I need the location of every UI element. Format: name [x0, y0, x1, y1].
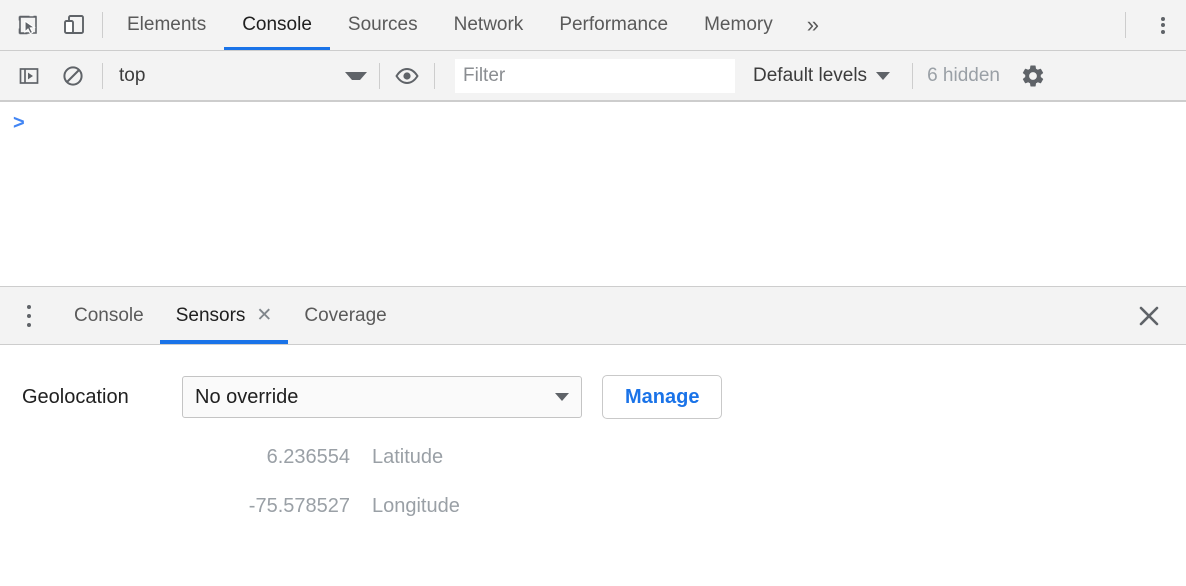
kebab-dot — [1161, 17, 1165, 21]
tab-label: Memory — [704, 14, 773, 36]
device-toolbar-icon[interactable] — [60, 11, 88, 39]
geolocation-select[interactable]: No override — [182, 376, 582, 418]
tab-label: Performance — [559, 14, 668, 36]
drawer-tab-label: Coverage — [304, 305, 386, 327]
devtools-window: Elements Console Sources Network Perform… — [0, 0, 1186, 586]
kebab-dot — [27, 323, 31, 327]
console-filter-toolbar: top Default levels 6 hidden — [0, 51, 1186, 102]
toolbar-separator — [912, 63, 913, 89]
close-drawer-icon[interactable] — [1120, 287, 1178, 344]
main-toolbar: Elements Console Sources Network Perform… — [0, 0, 1186, 51]
latitude-input[interactable]: 6.236554 — [182, 446, 372, 469]
main-tab-list: Elements Console Sources Network Perform… — [109, 0, 835, 50]
log-levels-label: Default levels — [753, 65, 867, 87]
drawer-tab-sensors[interactable]: Sensors ✕ — [160, 287, 289, 344]
close-icon[interactable]: ✕ — [256, 306, 272, 325]
console-output[interactable]: > — [0, 102, 1186, 286]
chevron-down-icon — [876, 72, 890, 80]
clear-console-icon[interactable] — [58, 61, 88, 91]
toolbar-separator — [434, 63, 435, 89]
geolocation-label: Geolocation — [22, 386, 182, 409]
tab-performance[interactable]: Performance — [541, 0, 686, 50]
latitude-row: 6.236554 Latitude — [22, 446, 1186, 469]
manage-button[interactable]: Manage — [602, 375, 722, 419]
kebab-menu-icon[interactable] — [1140, 0, 1186, 50]
tab-elements[interactable]: Elements — [109, 0, 224, 50]
chevron-down-icon — [345, 72, 367, 80]
tab-label: Elements — [127, 14, 206, 36]
more-tabs-label: » — [807, 12, 819, 38]
geolocation-selected-value: No override — [195, 386, 298, 409]
latitude-label: Latitude — [372, 446, 443, 469]
drawer-kebab-menu-icon[interactable] — [0, 287, 58, 344]
execution-context-value: top — [119, 65, 145, 87]
kebab-dot — [1161, 30, 1165, 34]
toolbar-separator — [379, 63, 380, 89]
gear-icon[interactable] — [1018, 61, 1048, 91]
execution-context-dropdown[interactable]: top — [115, 65, 367, 87]
drawer-tab-coverage[interactable]: Coverage — [288, 287, 402, 344]
console-prompt-icon[interactable]: > — [13, 112, 25, 135]
toolbar-divider — [102, 12, 103, 38]
tab-label: Console — [242, 14, 312, 36]
longitude-label: Longitude — [372, 495, 460, 518]
kebab-dot — [27, 314, 31, 318]
live-expression-eye-icon[interactable] — [392, 61, 422, 91]
tab-network[interactable]: Network — [436, 0, 542, 50]
tab-label: Sources — [348, 14, 418, 36]
tab-console[interactable]: Console — [224, 0, 330, 50]
console-sidebar-icon[interactable] — [14, 61, 44, 91]
kebab-dot — [1161, 23, 1165, 27]
toolbar-spacer — [835, 0, 1125, 50]
more-tabs-chevron-icon[interactable]: » — [791, 0, 835, 50]
tab-label: Network — [454, 14, 524, 36]
drawer-tab-console[interactable]: Console — [58, 287, 160, 344]
geolocation-row: Geolocation No override Manage — [22, 375, 1186, 419]
search-input[interactable] — [455, 59, 735, 93]
sensors-panel: Geolocation No override Manage 6.236554 … — [0, 345, 1186, 586]
tab-sources[interactable]: Sources — [330, 0, 436, 50]
tab-memory[interactable]: Memory — [686, 0, 791, 50]
drawer-tab-bar: Console Sensors ✕ Coverage — [0, 287, 1186, 345]
inspect-element-icon[interactable] — [14, 11, 42, 39]
kebab-dot — [27, 305, 31, 309]
hidden-messages-count: 6 hidden — [927, 65, 1000, 87]
longitude-input[interactable]: -75.578527 — [182, 495, 372, 518]
log-levels-dropdown[interactable]: Default levels — [753, 65, 890, 87]
drawer-tab-label: Sensors — [176, 305, 246, 327]
toolbar-divider-right — [1125, 12, 1126, 38]
longitude-row: -75.578527 Longitude — [22, 495, 1186, 518]
chevron-down-icon — [555, 393, 569, 401]
toolbar-icon-group — [0, 0, 88, 50]
drawer-tab-label: Console — [74, 305, 144, 327]
drawer-panel: Console Sensors ✕ Coverage Geolocation — [0, 286, 1186, 586]
toolbar-separator — [102, 63, 103, 89]
drawer-tab-spacer — [403, 287, 1120, 344]
